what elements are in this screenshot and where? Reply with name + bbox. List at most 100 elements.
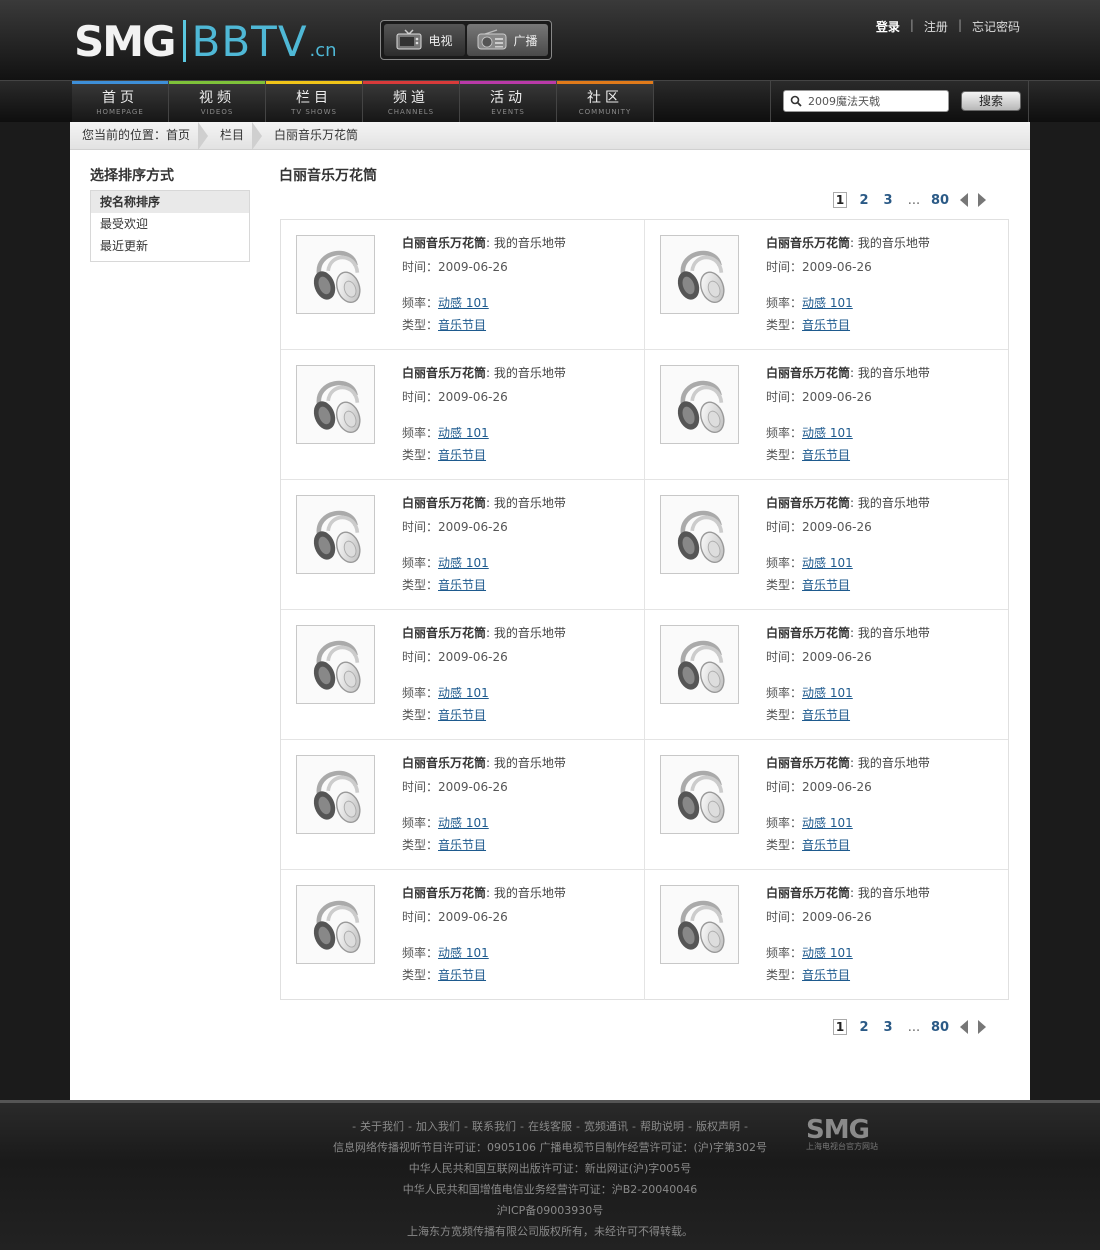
- program-title-episode: : 我的音乐地带: [486, 756, 566, 770]
- program-thumbnail[interactable]: [660, 625, 739, 704]
- type-link[interactable]: 音乐节目: [438, 318, 486, 332]
- program-thumbnail[interactable]: [296, 625, 375, 704]
- time-label: 时间：: [766, 910, 803, 924]
- prev-page-icon[interactable]: [960, 1020, 968, 1034]
- program-info: 白丽音乐万花筒: 我的音乐地带 时间：2009-06-26 频率：动感 101 类型：…: [402, 364, 566, 464]
- next-page-icon[interactable]: [978, 193, 986, 207]
- nav-item[interactable]: 视频 VIDEOS: [169, 81, 266, 122]
- next-page-icon[interactable]: [978, 1020, 986, 1034]
- frequency-link[interactable]: 动感 101: [438, 426, 489, 440]
- footer-link[interactable]: 关于我们: [360, 1120, 404, 1133]
- prev-page-icon[interactable]: [960, 193, 968, 207]
- type-link[interactable]: 音乐节目: [802, 968, 850, 982]
- program-title[interactable]: 白丽音乐万花筒: 我的音乐地带: [402, 364, 566, 382]
- frequency-link[interactable]: 动感 101: [438, 686, 489, 700]
- program-title[interactable]: 白丽音乐万花筒: 我的音乐地带: [766, 234, 930, 252]
- program-title[interactable]: 白丽音乐万花筒: 我的音乐地带: [766, 624, 930, 642]
- type-link[interactable]: 音乐节目: [802, 448, 850, 462]
- program-thumbnail[interactable]: [296, 235, 375, 314]
- program-title[interactable]: 白丽音乐万花筒: 我的音乐地带: [766, 364, 930, 382]
- program-title[interactable]: 白丽音乐万花筒: 我的音乐地带: [766, 494, 930, 512]
- breadcrumb-current: 白丽音乐万花筒: [274, 128, 359, 142]
- sort-by-name[interactable]: 按名称排序: [91, 191, 249, 213]
- type-link[interactable]: 音乐节目: [438, 968, 486, 982]
- page-ellipsis: ...: [907, 192, 921, 208]
- program-title[interactable]: 白丽音乐万花筒: 我的音乐地带: [402, 884, 566, 902]
- footer-license-line: 中华人民共和国互联网出版许可证：新出网证(沪)字005号: [408, 1162, 692, 1175]
- program-title-main: 白丽音乐万花筒: [766, 756, 851, 770]
- frequency-link[interactable]: 动感 101: [802, 426, 853, 440]
- program-thumbnail[interactable]: [296, 495, 375, 574]
- page-link[interactable]: 2: [852, 193, 876, 208]
- site-logo[interactable]: SMG BBTV .cn: [74, 14, 337, 66]
- page-link[interactable]: 2: [852, 1020, 876, 1035]
- sort-by-popularity[interactable]: 最受欢迎: [91, 213, 249, 235]
- page-link-last[interactable]: 80: [928, 1020, 952, 1035]
- footer-link[interactable]: 版权声明: [696, 1120, 740, 1133]
- frequency-link[interactable]: 动感 101: [438, 816, 489, 830]
- nav-item[interactable]: 频道 CHANNELS: [363, 81, 460, 122]
- program-thumbnail[interactable]: [660, 495, 739, 574]
- program-title-episode: : 我的音乐地带: [850, 366, 930, 380]
- nav-item[interactable]: 活动 EVENTS: [460, 81, 557, 122]
- nav-item[interactable]: 社区 COMMUNITY: [557, 81, 654, 122]
- frequency-link[interactable]: 动感 101: [438, 296, 489, 310]
- program-thumbnail[interactable]: [296, 755, 375, 834]
- type-link[interactable]: 音乐节目: [438, 448, 486, 462]
- frequency-link[interactable]: 动感 101: [802, 556, 853, 570]
- footer-link[interactable]: 联系我们: [472, 1120, 516, 1133]
- nav-item[interactable]: 栏目 TV SHOWS: [266, 81, 363, 122]
- program-time: 时间：2009-06-26: [402, 778, 566, 796]
- program-title[interactable]: 白丽音乐万花筒: 我的音乐地带: [766, 754, 930, 772]
- frequency-link[interactable]: 动感 101: [802, 816, 853, 830]
- tab-radio[interactable]: 广播: [467, 24, 548, 56]
- program-title-main: 白丽音乐万花筒: [402, 886, 487, 900]
- page-link-last[interactable]: 80: [928, 193, 952, 208]
- breadcrumb-home[interactable]: 您当前的位置：首页: [70, 122, 209, 150]
- frequency-link[interactable]: 动感 101: [438, 946, 489, 960]
- search-input[interactable]: [808, 94, 938, 108]
- login-link[interactable]: 登录: [876, 18, 900, 35]
- type-link[interactable]: 音乐节目: [802, 318, 850, 332]
- program-thumbnail[interactable]: [296, 365, 375, 444]
- footer-link[interactable]: 宽频通讯: [584, 1120, 628, 1133]
- frequency-label: 频率：: [402, 296, 439, 310]
- footer-dash: -: [576, 1120, 580, 1133]
- sort-by-recent[interactable]: 最近更新: [91, 235, 249, 257]
- type-link[interactable]: 音乐节目: [802, 838, 850, 852]
- search-area: 搜索: [770, 81, 1029, 122]
- program-title[interactable]: 白丽音乐万花筒: 我的音乐地带: [402, 754, 566, 772]
- frequency-link[interactable]: 动感 101: [802, 296, 853, 310]
- program-thumbnail[interactable]: [296, 885, 375, 964]
- type-link[interactable]: 音乐节目: [802, 578, 850, 592]
- frequency-link[interactable]: 动感 101: [802, 686, 853, 700]
- type-link[interactable]: 音乐节目: [438, 578, 486, 592]
- program-title[interactable]: 白丽音乐万花筒: 我的音乐地带: [402, 494, 566, 512]
- nav-item[interactable]: 首页 HOMEPAGE: [72, 81, 169, 122]
- forgot-password-link[interactable]: 忘记密码: [972, 18, 1020, 35]
- search-button[interactable]: 搜索: [961, 91, 1021, 111]
- program-title[interactable]: 白丽音乐万花筒: 我的音乐地带: [766, 884, 930, 902]
- tab-tv[interactable]: 电视: [384, 24, 465, 56]
- type-label: 类型：: [766, 578, 803, 592]
- program-thumbnail[interactable]: [660, 885, 739, 964]
- program-thumbnail[interactable]: [660, 755, 739, 834]
- program-title[interactable]: 白丽音乐万花筒: 我的音乐地带: [402, 624, 566, 642]
- register-link[interactable]: 注册: [924, 18, 948, 35]
- footer-link[interactable]: 在线客服: [528, 1120, 572, 1133]
- type-link[interactable]: 音乐节目: [438, 838, 486, 852]
- search-box: [783, 90, 949, 112]
- page-link[interactable]: 3: [876, 193, 900, 208]
- program-thumbnail[interactable]: [660, 235, 739, 314]
- page-link[interactable]: 3: [876, 1020, 900, 1035]
- footer-link[interactable]: 加入我们: [416, 1120, 460, 1133]
- time-value: 2009-06-26: [802, 260, 872, 274]
- breadcrumb-shows[interactable]: 栏目: [208, 122, 263, 150]
- program-thumbnail[interactable]: [660, 365, 739, 444]
- type-link[interactable]: 音乐节目: [438, 708, 486, 722]
- frequency-link[interactable]: 动感 101: [438, 556, 489, 570]
- frequency-link[interactable]: 动感 101: [802, 946, 853, 960]
- type-link[interactable]: 音乐节目: [802, 708, 850, 722]
- footer-link[interactable]: 帮助说明: [640, 1120, 684, 1133]
- program-title[interactable]: 白丽音乐万花筒: 我的音乐地带: [402, 234, 566, 252]
